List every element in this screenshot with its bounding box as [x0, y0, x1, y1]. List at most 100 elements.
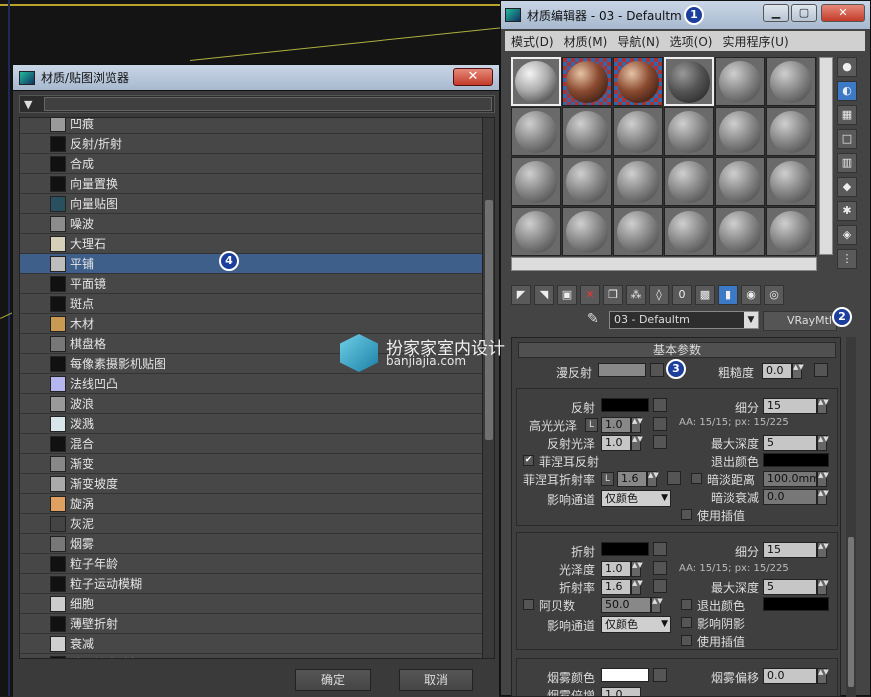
list-item[interactable]: 凹痕 — [20, 118, 482, 134]
slots-vertical-scrollbar[interactable] — [819, 57, 833, 255]
ior-map-button[interactable] — [653, 579, 667, 593]
sample-slot[interactable] — [715, 157, 765, 206]
get-material-icon[interactable]: ◤ — [511, 285, 531, 305]
browser-titlebar[interactable]: 材质/贴图浏览器 ✕ — [13, 65, 499, 91]
sample-slot[interactable] — [511, 107, 561, 156]
menu-navigation[interactable]: 导航(N) — [617, 33, 659, 50]
fresnel-ior-spinner[interactable]: ▲▼ — [647, 471, 659, 487]
refract-maxdepth-spinner[interactable]: ▲▼ — [817, 579, 829, 595]
roughness-field[interactable]: 0.0 — [762, 363, 792, 379]
abbe-spinner[interactable]: ▲▼ — [651, 597, 663, 613]
list-item[interactable]: 噪波 — [20, 214, 482, 234]
list-item[interactable]: 平铺 — [20, 254, 482, 274]
roughness-map-button[interactable] — [814, 363, 828, 377]
rollout-title[interactable]: 基本参数 — [518, 342, 836, 358]
reflect-subdiv-spinner[interactable]: ▲▼ — [817, 398, 829, 414]
material-name-field[interactable]: 03 - Defaultm ▼ — [609, 311, 759, 329]
sample-slot[interactable] — [766, 107, 816, 156]
list-item[interactable]: 旋涡 — [20, 494, 482, 514]
list-scrollbar[interactable] — [482, 118, 494, 658]
list-item[interactable]: 细胞 — [20, 594, 482, 614]
roughness-spinner[interactable]: ▲▼ — [792, 363, 804, 379]
sample-slot[interactable] — [562, 107, 612, 156]
list-item[interactable]: 波浪 — [20, 394, 482, 414]
dim-distance-checkbox[interactable] — [691, 473, 702, 484]
reset-map-icon[interactable]: ✕ — [580, 285, 600, 305]
sample-slot[interactable] — [613, 157, 663, 206]
abbe-field[interactable]: 50.0 — [601, 597, 651, 613]
list-item[interactable]: 向量贴图 — [20, 194, 482, 214]
assign-to-selection-icon[interactable]: ▣ — [557, 285, 577, 305]
ior-spinner[interactable]: ▲▼ — [631, 579, 643, 595]
fresnel-ior-lock-button[interactable]: L — [601, 472, 614, 486]
editor-close-button[interactable]: ✕ — [821, 4, 865, 22]
refract-color-swatch[interactable] — [601, 542, 649, 556]
refract-gloss-field[interactable]: 1.0 — [601, 561, 631, 577]
cancel-button[interactable]: 取消 — [399, 669, 473, 691]
sample-slot[interactable] — [664, 207, 714, 256]
search-input[interactable] — [44, 97, 492, 111]
sample-slot[interactable] — [715, 107, 765, 156]
editor-scrollbar[interactable] — [846, 337, 856, 697]
menu-material[interactable]: 材质(M) — [564, 33, 608, 50]
make-preview-icon[interactable]: ◆ — [837, 177, 857, 197]
chevron-down-icon[interactable]: ▼ — [744, 312, 758, 328]
put-to-library-icon[interactable]: ◊ — [649, 285, 669, 305]
hilight-gloss-spinner[interactable]: ▲▼ — [631, 417, 643, 433]
diffuse-map-button[interactable] — [650, 363, 664, 377]
reflect-affect-dropdown[interactable]: 仅颜色 ▼ — [601, 490, 671, 507]
sample-slot[interactable] — [562, 157, 612, 206]
list-item[interactable]: 反射/折射 — [20, 134, 482, 154]
eyedropper-icon[interactable]: ✎ — [587, 311, 605, 331]
dim-falloff-field[interactable]: 0.0 — [763, 489, 817, 505]
ior-field[interactable]: 1.6 — [601, 579, 631, 595]
refract-exit-color-swatch[interactable] — [763, 597, 829, 611]
sample-slot[interactable] — [511, 157, 561, 206]
fresnel-checkbox[interactable]: ✔ — [523, 455, 534, 466]
select-by-material-icon[interactable]: ◈ — [837, 225, 857, 245]
material-navigator-icon[interactable]: ⋮ — [837, 249, 857, 269]
hilight-map-button[interactable] — [653, 417, 667, 431]
ok-button[interactable]: 确定 — [295, 669, 371, 691]
refract-exit-color-checkbox[interactable] — [681, 599, 692, 610]
reflect-map-button[interactable] — [653, 398, 667, 412]
sample-slot[interactable] — [613, 107, 663, 156]
list-item[interactable]: 泼溅 — [20, 414, 482, 434]
sample-slot[interactable] — [511, 57, 561, 106]
list-item[interactable]: 渐变 — [20, 454, 482, 474]
list-item[interactable]: 贴图输出选择器 — [20, 654, 482, 658]
fog-map-button[interactable] — [653, 668, 667, 682]
list-item[interactable]: 混合 — [20, 434, 482, 454]
list-item[interactable]: 向量置换 — [20, 174, 482, 194]
list-item[interactable]: 合成 — [20, 154, 482, 174]
reflect-interp-checkbox[interactable] — [681, 509, 692, 520]
sample-slot[interactable] — [511, 207, 561, 256]
list-item[interactable]: 衰减 — [20, 634, 482, 654]
refract-maxdepth-field[interactable]: 5 — [763, 579, 817, 595]
refract-subdiv-field[interactable]: 15 — [763, 542, 817, 558]
dim-distance-spinner[interactable]: ▲▼ — [817, 471, 829, 487]
filter-dropdown-icon[interactable]: ▼ — [24, 98, 32, 111]
refract-gloss-map-button[interactable] — [653, 561, 667, 575]
refract-affect-dropdown[interactable]: 仅颜色 ▼ — [601, 616, 671, 633]
reflect-subdiv-field[interactable]: 15 — [763, 398, 817, 414]
affect-shadows-checkbox[interactable] — [681, 617, 692, 628]
diffuse-color-swatch[interactable] — [598, 363, 646, 377]
sample-slot[interactable] — [766, 157, 816, 206]
material-type-button[interactable]: VRayMtl — [763, 311, 837, 331]
hilight-lock-button[interactable]: L — [585, 418, 598, 432]
minimize-button[interactable]: ▁ — [763, 4, 789, 22]
list-item[interactable]: 斑点 — [20, 294, 482, 314]
refract-map-button[interactable] — [653, 542, 667, 556]
refract-interp-checkbox[interactable] — [681, 635, 692, 646]
list-item[interactable]: 烟雾 — [20, 534, 482, 554]
sample-slot[interactable] — [664, 107, 714, 156]
go-forward-sibling-icon[interactable]: ◎ — [764, 285, 784, 305]
list-item[interactable]: 大理石 — [20, 234, 482, 254]
fog-bias-field[interactable]: 0.0 — [763, 668, 817, 684]
sample-slot[interactable] — [664, 57, 714, 106]
sample-slot[interactable] — [613, 207, 663, 256]
reflect-gloss-field[interactable]: 1.0 — [601, 435, 631, 451]
sample-slot[interactable] — [715, 57, 765, 106]
abbe-checkbox[interactable] — [523, 599, 534, 610]
